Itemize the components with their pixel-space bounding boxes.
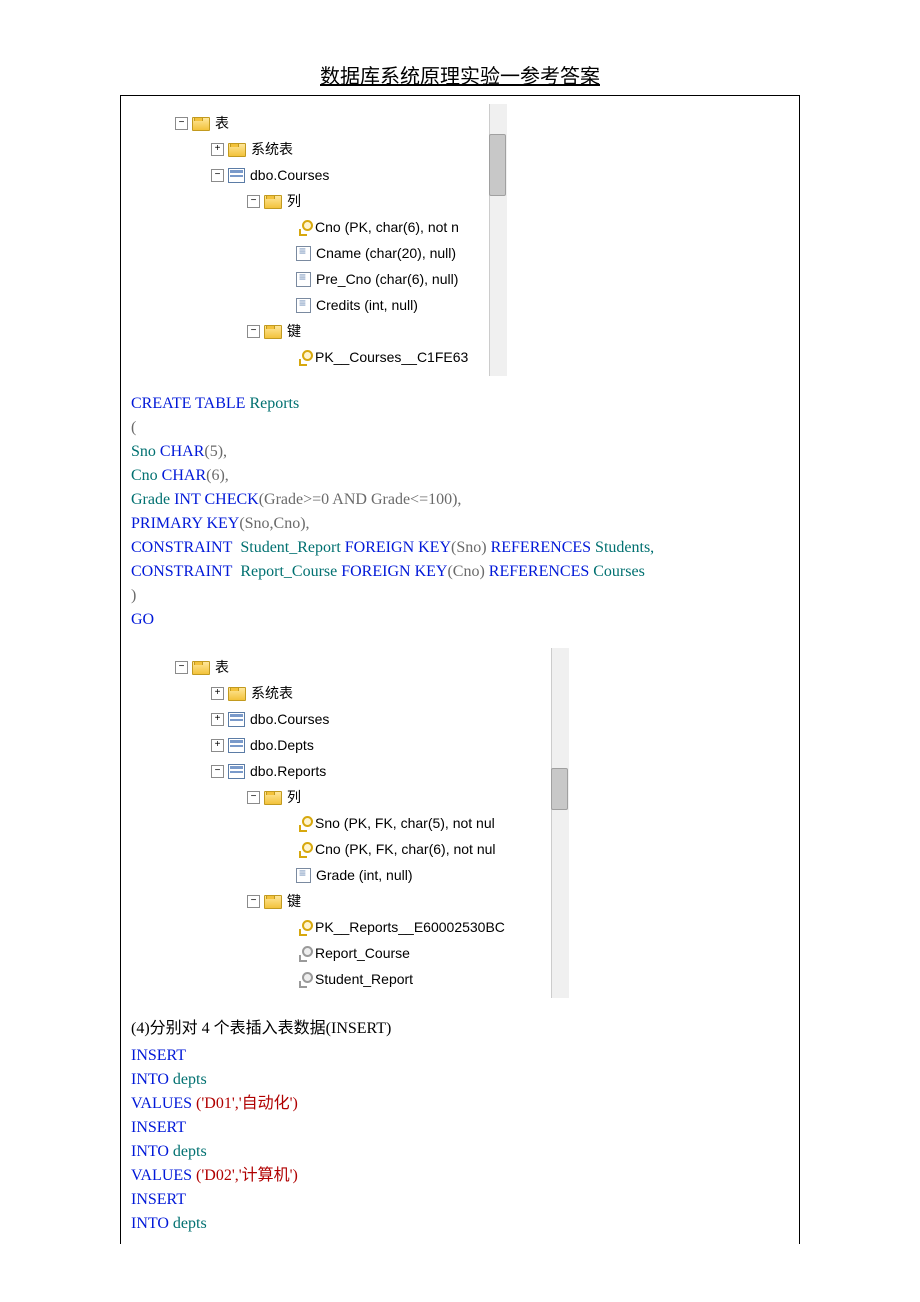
expand-icon[interactable]: + [211, 143, 224, 156]
tree-label: 系统表 [251, 139, 293, 159]
tree-node-columns[interactable]: − 列 [139, 784, 569, 810]
tree-label: Report_Course [315, 945, 410, 961]
tree-key-pkcourses[interactable]: PK__Courses__C1FE63 [139, 344, 507, 370]
tree-label: dbo.Reports [250, 763, 326, 779]
table-icon [228, 764, 245, 779]
tree-label: 系统表 [251, 683, 293, 703]
folder-icon [228, 687, 246, 701]
pk-key-icon [296, 350, 310, 364]
section-4-heading: (4)分别对 4 个表插入表数据(INSERT) [121, 1006, 799, 1044]
tree-label: Student_Report [315, 971, 413, 987]
pk-key-icon [296, 842, 310, 856]
tree-label: Cno (PK, char(6), not n [315, 219, 459, 235]
tree-node-keys[interactable]: − 键 [139, 888, 569, 914]
tree-label: PK__Reports__E60002530BC [315, 919, 505, 935]
tree-node-tables[interactable]: − 表 [139, 110, 507, 136]
tree-column-cname[interactable]: Cname (char(20), null) [139, 240, 507, 266]
tree-label: Cno (PK, FK, char(6), not nul [315, 841, 496, 857]
tree-column-credits[interactable]: Credits (int, null) [139, 292, 507, 318]
tree-column-precno[interactable]: Pre_Cno (char(6), null) [139, 266, 507, 292]
folder-icon [264, 195, 282, 209]
collapse-icon[interactable]: − [247, 325, 260, 338]
document-frame: − 表 + 系统表 − dbo.Courses [120, 95, 800, 1244]
collapse-icon[interactable]: − [211, 765, 224, 778]
tree-node-systables[interactable]: + 系统表 [139, 136, 507, 162]
tree-node-systables[interactable]: + 系统表 [139, 680, 569, 706]
column-icon [296, 868, 311, 883]
tree-key-pk[interactable]: PK__Reports__E60002530BC [139, 914, 569, 940]
collapse-icon[interactable]: − [175, 117, 188, 130]
page-title: 数据库系统原理实验一参考答案 [0, 60, 920, 89]
folder-icon [192, 661, 210, 675]
table-icon [228, 712, 245, 727]
tree-label: 键 [287, 321, 301, 341]
table-icon [228, 168, 245, 183]
folder-icon [264, 895, 282, 909]
tree-label: dbo.Courses [250, 167, 329, 183]
sql-create-reports: CREATE TABLE Reports ( Sno CHAR(5), Cno … [121, 384, 799, 640]
sql-insert-depts: INSERT INTO depts VALUES ('D01','自动化') I… [121, 1044, 799, 1244]
tree-label: PK__Courses__C1FE63 [315, 349, 468, 365]
object-explorer-courses: − 表 + 系统表 − dbo.Courses [139, 104, 507, 376]
tree-label: Grade (int, null) [316, 867, 412, 883]
collapse-icon[interactable]: − [247, 195, 260, 208]
tree-column-sno[interactable]: Sno (PK, FK, char(5), not nul [139, 810, 569, 836]
tree-key-reportcourse[interactable]: Report_Course [139, 940, 569, 966]
tree-label: Pre_Cno (char(6), null) [316, 271, 458, 287]
tree-column-cno[interactable]: Cno (PK, FK, char(6), not nul [139, 836, 569, 862]
folder-icon [264, 791, 282, 805]
tree-node-keys[interactable]: − 键 [139, 318, 507, 344]
tree-node-tables[interactable]: − 表 [139, 654, 569, 680]
tree-label: 键 [287, 891, 301, 911]
folder-icon [192, 117, 210, 131]
folder-icon [264, 325, 282, 339]
collapse-icon[interactable]: − [211, 169, 224, 182]
tree-label: 列 [287, 191, 301, 211]
tree-label: Credits (int, null) [316, 297, 418, 313]
expand-icon[interactable]: + [211, 687, 224, 700]
fk-key-icon [296, 972, 310, 986]
tree-label: dbo.Depts [250, 737, 314, 753]
column-icon [296, 272, 311, 287]
object-explorer-reports: − 表 + 系统表 + dbo.Courses [139, 648, 569, 998]
column-icon [296, 298, 311, 313]
tree-column-grade[interactable]: Grade (int, null) [139, 862, 569, 888]
collapse-icon[interactable]: − [247, 895, 260, 908]
column-icon [296, 246, 311, 261]
tree-column-cno[interactable]: Cno (PK, char(6), not n [139, 214, 507, 240]
collapse-icon[interactable]: − [175, 661, 188, 674]
pk-key-icon [296, 920, 310, 934]
folder-icon [228, 143, 246, 157]
tree-node-depts[interactable]: + dbo.Depts [139, 732, 569, 758]
collapse-icon[interactable]: − [247, 791, 260, 804]
tree-node-columns[interactable]: − 列 [139, 188, 507, 214]
tree-key-studentreport[interactable]: Student_Report [139, 966, 569, 992]
pk-key-icon [296, 220, 310, 234]
tree-node-reports[interactable]: − dbo.Reports [139, 758, 569, 784]
tree-label: 表 [215, 657, 229, 677]
tree-label: Sno (PK, FK, char(5), not nul [315, 815, 495, 831]
table-icon [228, 738, 245, 753]
tree-label: 列 [287, 787, 301, 807]
expand-icon[interactable]: + [211, 739, 224, 752]
tree-node-courses[interactable]: + dbo.Courses [139, 706, 569, 732]
tree-label: Cname (char(20), null) [316, 245, 456, 261]
tree-node-courses[interactable]: − dbo.Courses [139, 162, 507, 188]
tree-label: dbo.Courses [250, 711, 329, 727]
tree-label: 表 [215, 113, 229, 133]
fk-key-icon [296, 946, 310, 960]
pk-key-icon [296, 816, 310, 830]
expand-icon[interactable]: + [211, 713, 224, 726]
